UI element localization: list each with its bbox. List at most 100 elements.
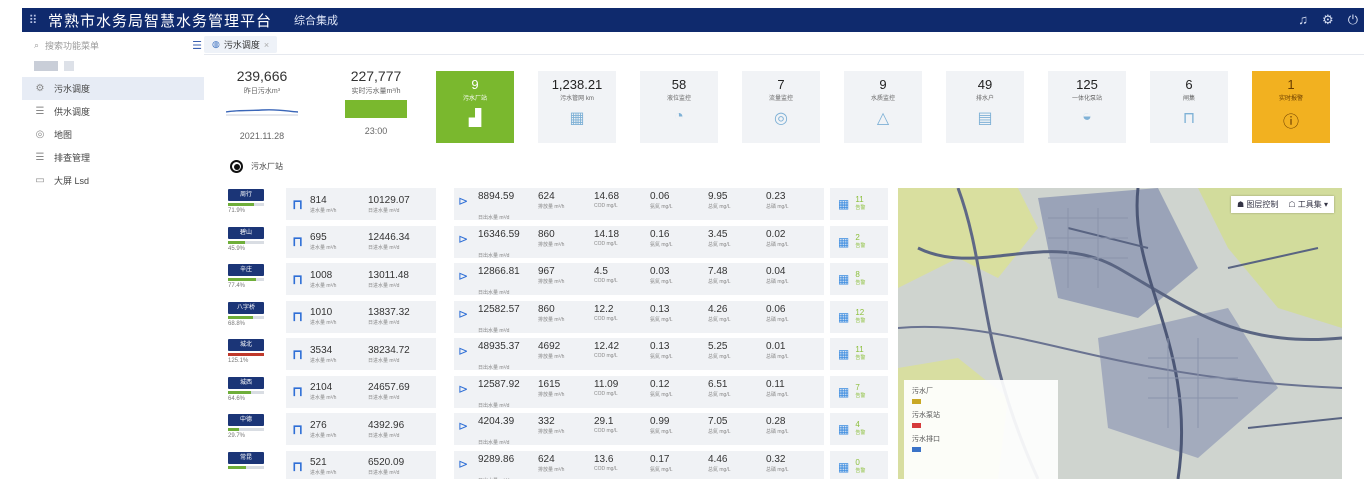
load-bar <box>228 353 264 356</box>
outflow-rate: 1615 <box>538 378 561 390</box>
outflow-panel: ⊳ 12866.81 日出水量 m³/d 967 排放量 m³/h 4.5 COD m… <box>454 263 824 296</box>
inflow-panel: ⊓ 276 进水量 m³/h 4392.96 日进水量 m³/d <box>286 413 436 445</box>
station-row[interactable]: 城北 125.1% ⊓ 3534 进水量 m³/h 38234.72 日进水量 m³… <box>228 336 892 373</box>
station-badge: 碧山 45.9% <box>228 226 278 252</box>
monitor-chart-icon: ▦ <box>838 422 850 436</box>
map-view[interactable]: ☗ 图层控制 ☖ 工具集 ▾ 污水厂 污水泵站 污水排口 <box>898 188 1342 479</box>
card-sewage-plants[interactable]: 9 污水厂站 ▟ <box>436 71 514 143</box>
cod-value: 11.09 <box>594 378 619 390</box>
inflow-panel: ⊓ 521 进水量 m³/h 6520.09 日进水量 m³/d <box>286 450 436 479</box>
card-gates[interactable]: 6 闸集 ⊓ <box>1150 71 1228 143</box>
tp-value: 0.01 <box>766 341 786 352</box>
alarm-panel[interactable]: ▦ 11 告警 <box>830 338 888 370</box>
inflow-icon: ⊓ <box>292 270 304 287</box>
station-name[interactable]: 周行 <box>228 189 264 201</box>
sidebar-item-sewage-dispatch[interactable]: ⚙ 污水调度 <box>22 77 204 100</box>
monitor-chart-icon: ▦ <box>838 197 850 211</box>
station-name[interactable]: 常昆 <box>228 451 264 464</box>
bell-icon[interactable]: ♫ <box>1298 12 1308 28</box>
card-level-monitor[interactable]: 58 液位监控 ◔ <box>640 71 718 143</box>
alarm-panel[interactable]: ▦ 0 告警 <box>830 450 888 479</box>
station-name[interactable]: 城西 <box>228 376 264 389</box>
card-quality-monitor[interactable]: 9 水质监控 △ <box>844 71 922 143</box>
monitor-chart-icon: ▦ <box>838 272 850 286</box>
outflow-rate: 332 <box>538 416 555 427</box>
list-icon: ☰ <box>35 152 45 163</box>
monitor-chart-icon: ▦ <box>838 459 850 474</box>
station-name[interactable]: 中德 <box>228 414 264 426</box>
monitor-chart-icon: ▦ <box>838 234 850 249</box>
station-name[interactable]: 辛庄 <box>228 264 264 276</box>
sidebar-item-bigscreen[interactable]: ▭ 大屏 Lsd <box>22 169 204 192</box>
alarm-count: 11 <box>855 345 864 354</box>
station-row[interactable]: 碧山 45.9% ⊓ 695 进水量 m³/h 12446.34 日进水量 m³/d… <box>228 224 892 261</box>
station-name[interactable]: 碧山 <box>228 226 264 239</box>
station-row[interactable]: 中德 29.7% ⊓ 276 进水量 m³/h 4392.96 日进水量 m³/d … <box>228 411 892 448</box>
alarm-panel[interactable]: ▦ 11 告警 <box>830 188 888 220</box>
outflow-rate: 860 <box>538 303 555 315</box>
load-percent: 64.6% <box>228 395 246 402</box>
apps-grid-icon[interactable]: ⠿ <box>22 13 44 27</box>
alarm-panel[interactable]: ▦ 7 告警 <box>830 375 888 408</box>
station-row[interactable]: 周行 71.9% ⊓ 814 进水量 m³/h 10129.07 日进水量 m³/d… <box>228 186 892 223</box>
menu-search[interactable]: ⌕ 搜索功能菜单 ☰ <box>22 35 202 55</box>
station-badge: 周行 71.9% <box>228 189 278 214</box>
tp-value: 0.04 <box>766 266 786 277</box>
alarm-panel[interactable]: ▦ 8 告警 <box>830 263 888 295</box>
tn-value: 7.05 <box>708 416 728 427</box>
station-row[interactable]: 八字桥 68.8% ⊓ 1010 进水量 m³/h 13837.32 日进水量 m³… <box>228 299 892 336</box>
monitor-chart-icon: ▦ <box>838 309 850 324</box>
card-realtime-alarm[interactable]: 1 实时报警 ⓘ <box>1252 71 1330 143</box>
nh-value: 0.06 <box>650 191 670 202</box>
map-layer-control[interactable]: ☗ 图层控制 <box>1237 199 1278 210</box>
card-sewage-network[interactable]: 1,238.21 污水管网 km ▦ <box>538 71 616 143</box>
outflow-icon: ⊳ <box>458 456 469 471</box>
nh-value: 0.03 <box>650 266 670 277</box>
station-name[interactable]: 八字桥 <box>228 301 264 314</box>
outflow-rate: 860 <box>538 228 555 240</box>
menu-toggle-icon[interactable]: ☰ <box>192 39 202 52</box>
card-dischargers[interactable]: 49 排水户 ▤ <box>946 71 1024 143</box>
search-input[interactable]: 搜索功能菜单 <box>45 39 99 52</box>
station-row[interactable]: 城西 64.6% ⊓ 2104 进水量 m³/h 24657.69 日进水量 m³/… <box>228 374 892 411</box>
sidebar-item-water-supply[interactable]: ☰ 供水调度 <box>22 100 204 123</box>
sidebar-item-inspection[interactable]: ☰ 排查管理 <box>22 146 204 169</box>
inflow-icon: ⊓ <box>292 420 304 437</box>
tn-value: 4.26 <box>708 303 728 315</box>
inflow-rate: 814 <box>310 194 327 206</box>
monitor-icon: ▭ <box>35 175 45 186</box>
kpi-value: 227,777 <box>350 68 402 84</box>
outflow-day: 9289.86 <box>478 453 515 465</box>
alarm-count: 8 <box>855 270 860 279</box>
card-flow-monitor[interactable]: 7 流量监控 ◎ <box>742 71 820 143</box>
station-row[interactable]: 常昆 ⊓ 521 进水量 m³/h 6520.09 日进水量 m³/d ⊳ 9289… <box>228 449 892 479</box>
kpi-strip: 239,666 昨日污水m³ 2021.11.28 227,777 实时污水量m… <box>212 68 1352 148</box>
app-subtitle[interactable]: 综合集成 <box>294 12 338 28</box>
radio-icon[interactable] <box>230 160 243 173</box>
station-row[interactable]: 辛庄 77.4% ⊓ 1008 进水量 m³/h 13011.48 日进水量 m³/… <box>228 261 892 298</box>
sidebar-item-map[interactable]: ◎ 地图 <box>22 123 204 146</box>
inflow-icon: ⊓ <box>292 195 304 212</box>
station-name[interactable]: 城北 <box>228 339 264 351</box>
power-icon[interactable]: ⏻ <box>1348 12 1358 28</box>
outflow-icon: ⊳ <box>458 231 469 246</box>
card-pump-stations[interactable]: 125 一体化泵站 ◒ <box>1048 71 1126 143</box>
alarm-panel[interactable]: ▦ 4 告警 <box>830 413 888 445</box>
settings-icon[interactable]: ⚙ <box>1322 12 1334 28</box>
nh-value: 0.12 <box>650 378 670 390</box>
inflow-panel: ⊓ 3534 进水量 m³/h 38234.72 日进水量 m³/d <box>286 338 436 370</box>
inflow-rate: 521 <box>310 457 327 468</box>
tn-value: 3.45 <box>708 228 728 240</box>
map-toolbox[interactable]: ☖ 工具集 ▾ <box>1288 199 1328 210</box>
sparkline <box>225 109 299 116</box>
alarm-panel[interactable]: ▦ 12 告警 <box>830 300 888 333</box>
alarm-panel[interactable]: ▦ 2 告警 <box>830 225 888 258</box>
inflow-day: 10129.07 <box>368 194 410 206</box>
search-icon: ⌕ <box>34 39 40 50</box>
inflow-rate: 1008 <box>310 269 333 281</box>
tab-sewage-dispatch[interactable]: ◍ 污水调度 × <box>204 36 278 53</box>
close-icon[interactable]: × <box>264 40 269 50</box>
factory-icon: ▟ <box>468 110 482 127</box>
alarm-count: 0 <box>855 457 860 467</box>
alarm-count: 11 <box>855 195 864 204</box>
